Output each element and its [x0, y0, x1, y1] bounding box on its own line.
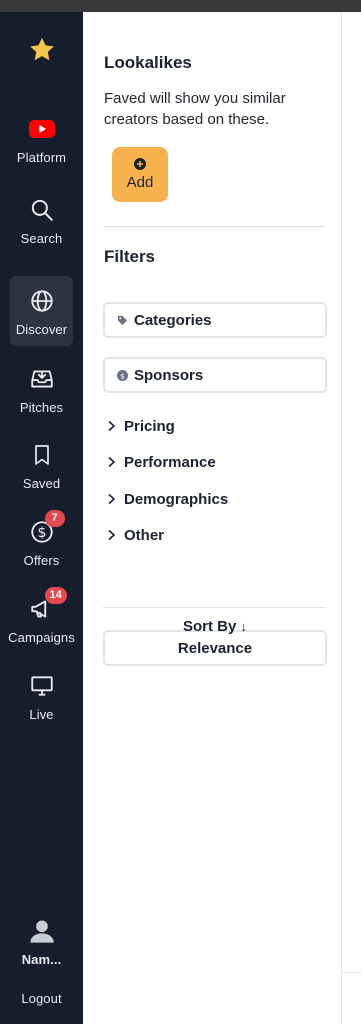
sort-by-select[interactable]: Sort By ↓ Relevance [103, 618, 327, 666]
user-avatar-icon [29, 920, 54, 943]
user-name: Nam... [21, 952, 62, 967]
section-label: Other [124, 526, 165, 544]
other-section-toggle[interactable]: Other [107, 524, 164, 546]
sidebar-item-campaigns[interactable]: 14 Campaigns [8, 584, 75, 654]
logout-link[interactable]: Logout [0, 991, 83, 1006]
user-profile[interactable]: Nam... [10, 906, 73, 976]
sort-arrow-icon: ↓ [240, 619, 248, 634]
content-area-edge [341, 12, 361, 1024]
pricing-section-toggle[interactable]: Pricing [107, 415, 175, 437]
monitor-icon [30, 676, 53, 696]
section-label: Demographics [124, 490, 229, 508]
star-icon [29, 37, 54, 61]
add-lookalike-button[interactable]: Add [112, 147, 168, 202]
chevron-right-icon [108, 456, 116, 468]
sidebar-item-pitches[interactable]: Pitches [10, 354, 73, 424]
sidebar-item-label: Saved [22, 476, 61, 491]
tag-icon [117, 315, 128, 325]
sidebar-item-search[interactable]: Search [10, 185, 73, 255]
add-label: Add [126, 174, 154, 191]
content-divider [342, 972, 361, 973]
chevron-right-icon [108, 529, 116, 541]
demographics-section-toggle[interactable]: Demographics [107, 488, 228, 510]
sidebar: Platform Search Discover Pitches Saved $… [0, 12, 83, 1024]
chip-label: Sponsors [134, 366, 204, 384]
chevron-right-icon [108, 420, 116, 432]
lookalikes-description: Faved will show you similar creators bas… [104, 90, 286, 128]
sort-value: Relevance [177, 640, 253, 657]
svg-text:$: $ [120, 371, 125, 380]
performance-section-toggle[interactable]: Performance [107, 451, 216, 473]
sidebar-item-label: Offers [23, 553, 60, 568]
chevron-right-icon [108, 493, 116, 505]
youtube-icon [28, 120, 55, 138]
sidebar-item-label: Live [29, 707, 54, 722]
sidebar-item-label: Campaigns [8, 630, 75, 645]
categories-filter-chip[interactable]: Categories [103, 302, 327, 338]
section-label: Performance [124, 453, 216, 471]
sort-title: Sort By [182, 618, 237, 635]
window-top-bar [0, 0, 361, 12]
sidebar-item-label: Pitches [19, 400, 64, 415]
inbox-icon [30, 370, 53, 388]
sidebar-item-live[interactable]: Live [10, 661, 73, 731]
sponsors-filter-chip[interactable]: $ Sponsors [103, 357, 327, 393]
sidebar-item-saved[interactable]: Saved [10, 430, 73, 500]
lookalikes-title: Lookalikes [104, 53, 192, 72]
sidebar-item-platform[interactable]: Platform [10, 104, 73, 174]
coin-icon: $ [117, 369, 128, 381]
bookmark-icon [34, 445, 49, 465]
sidebar-item-label: Search [20, 231, 63, 246]
app-logo[interactable] [0, 34, 83, 66]
section-label: Pricing [124, 417, 175, 435]
sidebar-item-label: Platform [16, 150, 67, 165]
filter-panel: Lookalikes Faved will show you similar c… [83, 12, 341, 1024]
globe-icon [30, 290, 53, 312]
sidebar-item-discover[interactable]: Discover [10, 276, 73, 346]
offers-badge: 7 [44, 510, 65, 527]
svg-text:$: $ [37, 525, 46, 541]
section-divider [103, 226, 325, 227]
filters-title: Filters [104, 247, 156, 266]
sort-divider [103, 607, 325, 608]
search-icon [31, 199, 53, 221]
chip-label: Categories [134, 311, 212, 329]
campaigns-badge: 14 [44, 587, 67, 604]
plus-circle-icon [134, 158, 146, 170]
sidebar-item-offers[interactable]: $ 7 Offers [10, 507, 73, 577]
sidebar-item-label: Discover [15, 322, 68, 337]
